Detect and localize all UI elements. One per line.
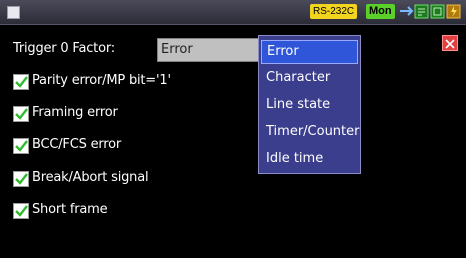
card-icon xyxy=(414,4,429,19)
trigger-factor-select[interactable]: Error xyxy=(157,38,261,62)
dropdown-option-timer-counter[interactable]: Timer/Counter xyxy=(261,120,360,144)
checkbox-label-bcc-fcs-error: BCC/FCS error xyxy=(32,137,122,152)
dropdown-option-line-state[interactable]: Line state xyxy=(261,93,358,117)
checkbox-short-frame[interactable] xyxy=(13,203,29,219)
checkmark-icon xyxy=(15,76,28,88)
checkbox-label-short-frame: Short frame xyxy=(32,202,108,217)
status-bar: RS-232C Mon xyxy=(0,0,466,25)
checkbox-label-parity-error: Parity error/MP bit='1' xyxy=(32,73,171,88)
trigger-factor-dropdown: Error Character Line state Timer/Counter… xyxy=(258,35,361,174)
link-arrow-icon xyxy=(400,6,414,16)
checkbox-label-framing-error: Framing error xyxy=(32,105,118,120)
checkmark-icon xyxy=(15,108,28,120)
close-button[interactable] xyxy=(442,35,458,51)
checkmark-icon xyxy=(15,140,28,152)
power-icon xyxy=(446,4,461,19)
trigger-factor-label: Trigger 0 Factor: xyxy=(13,41,115,56)
checkmark-icon xyxy=(15,173,28,185)
interface-badge: RS-232C xyxy=(310,4,358,19)
close-icon xyxy=(445,39,455,49)
checkbox-break-abort[interactable] xyxy=(13,171,29,187)
dropdown-option-error[interactable]: Error xyxy=(261,40,358,64)
mode-badge: Mon xyxy=(366,4,395,19)
checkmark-icon xyxy=(15,205,28,217)
dropdown-option-character[interactable]: Character xyxy=(261,66,358,90)
checkbox-label-break-abort: Break/Abort signal xyxy=(32,170,149,185)
window-square-icon[interactable] xyxy=(7,6,20,19)
checkbox-parity-error[interactable] xyxy=(13,74,29,90)
dropdown-option-idle-time[interactable]: Idle time xyxy=(261,147,358,171)
checkbox-framing-error[interactable] xyxy=(13,106,29,122)
copy-icon xyxy=(430,4,445,19)
checkbox-bcc-fcs-error[interactable] xyxy=(13,138,29,154)
